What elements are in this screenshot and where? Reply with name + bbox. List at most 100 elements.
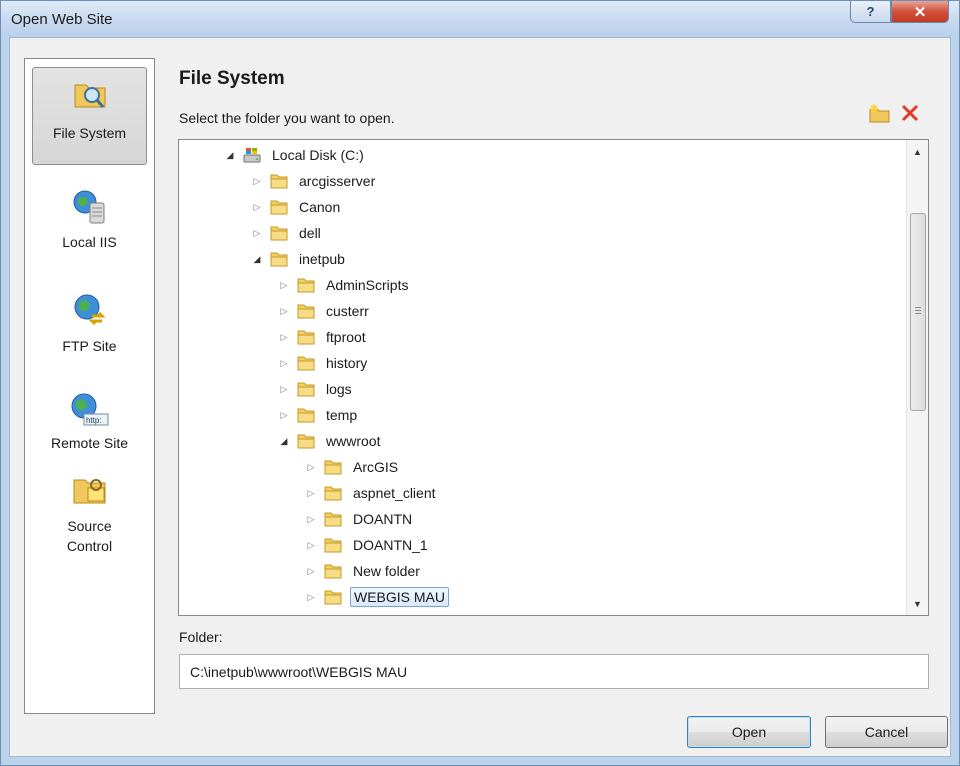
expand-arrow-icon[interactable]: ▷ — [304, 462, 318, 473]
remote-site-icon: http: — [71, 393, 108, 426]
collapse-arrow-icon[interactable]: ◢ — [277, 436, 291, 447]
tree-item-label: logs — [326, 381, 352, 397]
expand-arrow-icon[interactable]: ▷ — [277, 306, 291, 317]
svg-text:http:: http: — [86, 416, 102, 425]
expand-arrow-icon[interactable]: ▷ — [277, 384, 291, 395]
expand-arrow-icon[interactable]: ▷ — [277, 358, 291, 369]
place-file-system[interactable]: File System — [32, 67, 147, 165]
expand-arrow-icon[interactable]: ▷ — [304, 514, 318, 525]
tree-item[interactable]: ◢ wwwroot — [277, 429, 383, 453]
expand-arrow-icon[interactable]: ▷ — [304, 488, 318, 499]
expand-arrow-icon[interactable]: ▷ — [304, 592, 318, 603]
tree-item-label: AdminScripts — [326, 277, 409, 293]
folder-icon — [324, 512, 342, 527]
folder-icon — [297, 330, 315, 345]
tree-item-label: wwwroot — [326, 433, 381, 449]
delete-icon[interactable] — [899, 102, 921, 124]
tree-item[interactable]: ▷ Canon — [250, 195, 343, 219]
tree-item-label: temp — [326, 407, 358, 423]
title-bar[interactable]: Open Web Site ? ✕ — [1, 1, 959, 37]
new-folder-icon[interactable] — [869, 102, 891, 124]
open-web-site-dialog: Open Web Site ? ✕ File System Local IIS … — [0, 0, 960, 766]
close-button[interactable]: ✕ — [891, 1, 949, 23]
tree-item[interactable]: ▷ history — [277, 351, 370, 375]
folder-icon — [297, 304, 315, 319]
tree-item-label: ArcGIS — [353, 459, 399, 475]
tree-item[interactable]: ▷ custerr — [277, 299, 372, 323]
tree-item-label: DOANTN_1 — [353, 537, 428, 553]
folder-icon — [270, 200, 288, 215]
tree-item[interactable]: ▷ ArcGIS — [304, 455, 401, 479]
tree-item[interactable]: ▷ ftproot — [277, 325, 369, 349]
collapse-arrow-icon[interactable]: ◢ — [223, 150, 237, 161]
local-iis-icon — [73, 190, 104, 224]
tree-item-label: ftproot — [326, 329, 366, 345]
help-icon: ? — [866, 4, 875, 19]
folder-label: Folder: — [179, 629, 223, 645]
folder-icon — [297, 278, 315, 293]
folder-icon — [297, 356, 315, 371]
window-title: Open Web Site — [11, 11, 113, 28]
expand-arrow-icon[interactable]: ▷ — [250, 228, 264, 239]
location-sidebar: File System Local IIS FTP Site http: Rem… — [24, 58, 155, 714]
tree-item[interactable]: ▷ temp — [277, 403, 360, 427]
folder-tree[interactable]: ◢ Local Disk (C:) ▷ arcgisserver ▷ Canon ▷ dell… — [178, 139, 929, 616]
place-label-local-iis: Local IIS — [62, 234, 117, 250]
place-label-remote-site: Remote Site — [50, 435, 129, 451]
folder-icon — [297, 434, 315, 449]
place-remote-site[interactable]: http: Remote Site — [32, 392, 147, 472]
help-button[interactable]: ? — [850, 1, 891, 23]
tree-item[interactable]: ▷ dell — [250, 221, 324, 245]
tree-item[interactable]: ▷ DOANTN — [304, 507, 415, 531]
tree-item-label: custerr — [326, 303, 369, 319]
tree-item[interactable]: ▷ WEBGIS MAU — [304, 585, 450, 609]
file-system-icon — [74, 84, 105, 108]
expand-arrow-icon[interactable]: ▷ — [277, 280, 291, 291]
tree-item-label: history — [326, 355, 368, 371]
folder-icon — [324, 486, 342, 501]
expand-arrow-icon[interactable]: ▷ — [250, 202, 264, 213]
tree-item[interactable]: ◢ inetpub — [250, 247, 348, 271]
tree-item[interactable]: ▷ AdminScripts — [277, 273, 411, 297]
tree-item[interactable]: ▷ logs — [277, 377, 355, 401]
close-icon: ✕ — [913, 3, 927, 21]
tree-item[interactable]: ◢ Local Disk (C:) — [223, 143, 367, 167]
open-button[interactable]: Open — [687, 716, 811, 748]
tree-item-label: DOANTN — [353, 511, 413, 527]
scroll-up-icon[interactable]: ▲ — [907, 143, 928, 160]
tree-item[interactable]: ▷ DOANTN_1 — [304, 533, 431, 557]
scroll-down-icon[interactable]: ▼ — [907, 595, 928, 612]
place-label-ftp-site: FTP Site — [62, 338, 117, 354]
tree-item[interactable]: ▷ aspnet_client — [304, 481, 439, 505]
expand-arrow-icon[interactable]: ▷ — [277, 410, 291, 421]
collapse-arrow-icon[interactable]: ◢ — [250, 254, 264, 265]
tree-item[interactable]: ▷ arcgisserver — [250, 169, 378, 193]
expand-arrow-icon[interactable]: ▷ — [277, 332, 291, 343]
tree-item-label: inetpub — [299, 251, 345, 267]
folder-icon — [270, 226, 288, 241]
folder-icon — [297, 382, 315, 397]
tree-item-label: Local Disk (C:) — [272, 147, 364, 163]
place-local-iis[interactable]: Local IIS — [32, 189, 147, 269]
place-source-control[interactable]: Source Control — [32, 472, 147, 582]
place-label-source-control: Source Control — [66, 518, 113, 554]
tree-item[interactable]: ▷ New folder — [304, 559, 423, 583]
drive-icon — [243, 148, 261, 163]
expand-arrow-icon[interactable]: ▷ — [304, 566, 318, 577]
folder-icon — [324, 564, 342, 579]
section-heading: File System — [179, 68, 285, 89]
expand-arrow-icon[interactable]: ▷ — [250, 176, 264, 187]
folder-path-input[interactable] — [179, 654, 929, 689]
tree-item-label: New folder — [353, 563, 420, 579]
place-ftp-site[interactable]: FTP Site — [32, 292, 147, 372]
scroll-thumb[interactable] — [910, 213, 926, 411]
source-control-icon — [73, 479, 105, 504]
instruction-text: Select the folder you want to open. — [179, 110, 395, 126]
expand-arrow-icon[interactable]: ▷ — [304, 540, 318, 551]
ftp-site-icon — [74, 294, 106, 326]
tree-item-label: Canon — [299, 199, 341, 215]
tree-vertical-scrollbar[interactable]: ▲ ▼ — [906, 140, 928, 615]
place-label-file-system: File System — [52, 125, 127, 141]
cancel-button[interactable]: Cancel — [825, 716, 948, 748]
folder-icon — [297, 408, 315, 423]
